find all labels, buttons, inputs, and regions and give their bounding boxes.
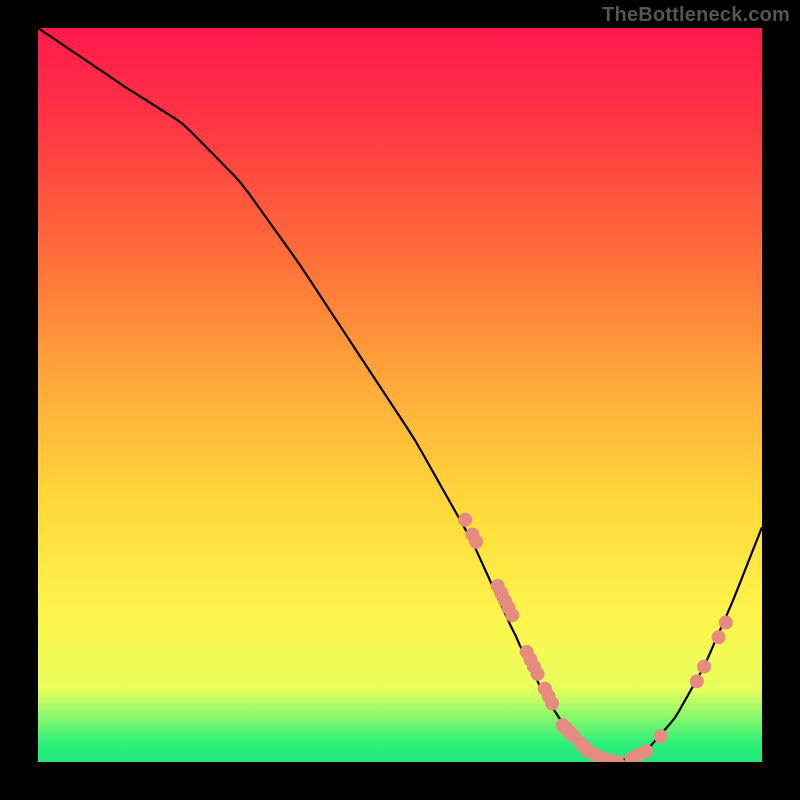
data-marker — [469, 535, 483, 549]
data-marker — [458, 513, 472, 527]
data-marker — [690, 674, 704, 688]
data-marker — [545, 696, 559, 710]
data-marker — [654, 729, 668, 743]
watermark-text: TheBottleneck.com — [602, 4, 790, 27]
chart-plot-area — [38, 28, 762, 762]
data-marker — [712, 630, 726, 644]
data-marker — [697, 660, 711, 674]
data-markers-group — [458, 513, 733, 762]
data-marker — [531, 667, 545, 681]
chart-svg — [38, 28, 762, 762]
data-marker — [505, 608, 519, 622]
bottleneck-curve — [38, 28, 762, 762]
data-marker — [719, 616, 733, 630]
data-marker — [639, 744, 653, 758]
